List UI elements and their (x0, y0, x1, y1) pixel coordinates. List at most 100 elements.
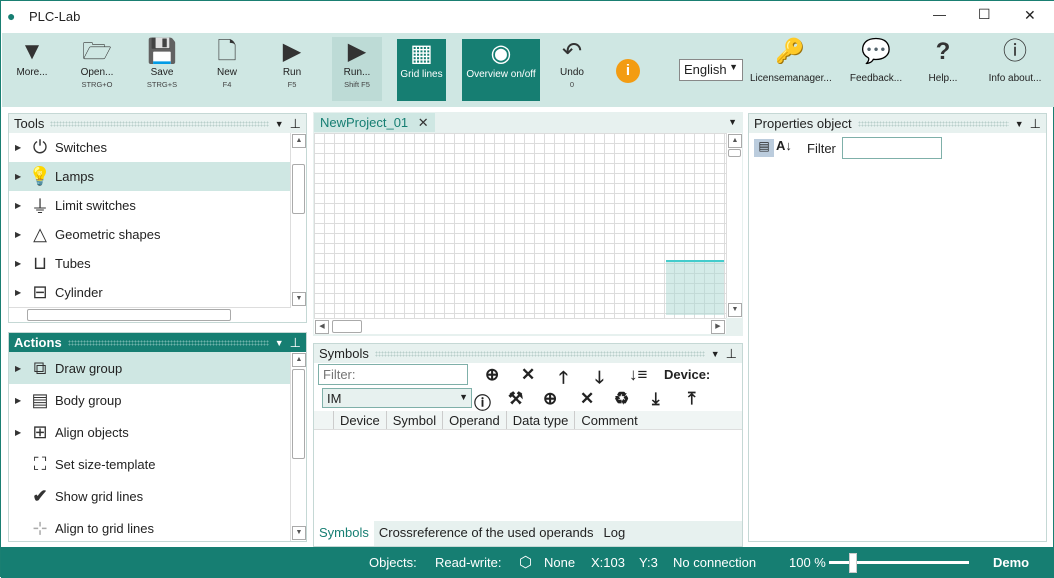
run-button[interactable]: ▶ Run F5 (267, 37, 317, 101)
action-set-size-template[interactable]: ⛶ Set size-template (9, 448, 291, 480)
import-icon[interactable]: ⤓ (652, 389, 660, 409)
help-button[interactable]: ? Help... (922, 37, 964, 101)
pin-icon[interactable]: ⊥ (290, 116, 301, 132)
more-button[interactable]: ▼ More... (8, 37, 56, 101)
label: Feedback... (849, 73, 903, 84)
feedback-button[interactable]: 💬 Feedback... (848, 37, 904, 101)
label: Limit switches (55, 198, 136, 213)
tool-category-geometric-shapes[interactable]: ▶ △ Geometric shapes (9, 220, 291, 249)
sort-alphabetical-icon[interactable]: A↓ (776, 138, 792, 153)
tools-vertical-scrollbar[interactable]: ▲ ▼ (290, 133, 306, 307)
status-bar: Objects: Read-write: ⬡ None X:103 Y:3 No… (1, 547, 1054, 578)
label: Align objects (55, 424, 129, 440)
zoom-value: 100 % (789, 555, 826, 570)
symbols-filter-input[interactable] (318, 364, 468, 385)
column-data-type[interactable]: Data type (507, 411, 576, 429)
pin-icon[interactable]: ⊥ (290, 335, 301, 351)
action-align-to-grid[interactable]: ⊹ Align to grid lines (9, 512, 291, 542)
overview-viewport[interactable] (666, 260, 724, 315)
undo-button[interactable]: ↶ Undo 0 (550, 37, 594, 101)
tool-category-cylinder[interactable]: ▶ ⊟ Cylinder (9, 278, 291, 307)
arrow-up-icon[interactable]: 🡑 (559, 365, 568, 394)
tab-log[interactable]: Log (599, 521, 631, 546)
minimize-button[interactable]: — (933, 7, 946, 22)
x-coordinate: X:103 (591, 555, 625, 570)
zoom-slider[interactable] (829, 553, 969, 573)
column-symbol[interactable]: Symbol (387, 411, 444, 429)
action-body-group[interactable]: ▶ ▤ Body group (9, 384, 291, 416)
tools-horizontal-scrollbar[interactable] (9, 307, 291, 322)
properties-filter-input[interactable] (842, 137, 942, 159)
action-show-grid-lines[interactable]: ✔ Show grid lines (9, 480, 291, 512)
tab-newproject[interactable]: NewProject_01 ✕ (314, 113, 435, 132)
key-icon: 🔑 (775, 38, 805, 65)
grid-icon: ▦ (410, 40, 433, 67)
canvas-vertical-scrollbar[interactable]: ▲ ▼ (726, 133, 742, 318)
label: Body group (55, 392, 122, 408)
chevron-down-icon[interactable]: ▼ (728, 117, 737, 127)
pin-icon[interactable]: ⊥ (726, 346, 737, 362)
save-button[interactable]: 💾 Save STRG+S (137, 37, 187, 101)
device-value: IM (327, 391, 342, 406)
add-device-icon[interactable]: ⊕ (543, 389, 557, 409)
column-operand[interactable]: Operand (443, 411, 507, 429)
actions-vertical-scrollbar[interactable]: ▲ ▼ (290, 352, 306, 541)
label: Info about... (988, 73, 1042, 84)
label: Cylinder (55, 285, 103, 300)
open-button[interactable]: 🗁 Open... STRG+O (72, 37, 122, 101)
tools-icon[interactable]: ⚒ (508, 389, 523, 409)
licensemanager-button[interactable]: 🔑 Licensemanager... (750, 37, 832, 101)
recycle-icon[interactable]: ♻ (614, 389, 629, 409)
delete-icon[interactable]: ✕ (521, 365, 535, 385)
pin-icon[interactable]: ⊥ (1030, 116, 1041, 132)
filter-label: Filter (807, 141, 836, 156)
device-label: Device: (664, 367, 711, 382)
column-device[interactable]: Device (334, 411, 387, 429)
delete-device-icon[interactable]: ✕ (580, 389, 594, 409)
switch-icon: ⏻ (32, 137, 48, 157)
close-button[interactable]: ✕ (1024, 7, 1036, 24)
run-with-options-button[interactable]: ▶ Run... Shift F5 (332, 37, 382, 101)
close-tab-icon[interactable]: ✕ (418, 115, 429, 130)
new-button[interactable]: 🗋 New F4 (202, 37, 252, 101)
tab-crossreference[interactable]: Crossreference of the used operands (374, 521, 599, 546)
grid-lines-button[interactable]: ▦ Grid lines (397, 39, 446, 101)
label: Undo (560, 67, 584, 78)
chevron-down-icon[interactable]: ▼ (275, 119, 284, 129)
tool-category-switches[interactable]: ▶ ⏻ Switches (9, 133, 291, 162)
categorized-icon[interactable]: ▤ (754, 139, 774, 157)
triangle-down-icon: ▼ (20, 38, 44, 65)
language-select[interactable]: English ▼ (679, 59, 743, 81)
tool-category-lamps[interactable]: ▶ 💡 Lamps (9, 162, 291, 191)
info-about-button[interactable]: ⓘ Info about... (984, 37, 1046, 101)
expand-icon: ▶ (15, 363, 22, 373)
new-file-icon: 🗋 (217, 38, 237, 65)
expand-icon: ▶ (15, 288, 22, 297)
label: Tubes (55, 256, 91, 271)
column-comment[interactable]: Comment (575, 411, 643, 429)
sort-icon[interactable]: ↓≡ (629, 365, 647, 385)
tool-category-limit-switches[interactable]: ▶ ⏚ Limit switches (9, 191, 291, 220)
arrow-down-icon[interactable]: 🡓 (595, 365, 604, 394)
canvas-grid[interactable] (314, 133, 726, 318)
zoom-slider-thumb[interactable] (849, 553, 857, 573)
shortcut: STRG+O (81, 80, 113, 89)
overview-toggle-button[interactable]: ◉ Overview on/off (462, 39, 540, 101)
device-select[interactable]: IM ▼ (322, 388, 472, 408)
action-align-objects[interactable]: ▶ ⊞ Align objects (9, 416, 291, 448)
actions-header: Actions ▼ ⊥ (9, 333, 306, 352)
action-draw-group[interactable]: ▶ ⧉ Draw group (9, 352, 291, 384)
chevron-down-icon[interactable]: ▼ (275, 338, 284, 348)
add-icon[interactable]: ⊕ (485, 365, 499, 385)
canvas-horizontal-scrollbar[interactable]: ◀ ▶ (314, 318, 726, 334)
chevron-down-icon[interactable]: ▼ (711, 349, 720, 359)
export-icon[interactable]: ⤒ (688, 389, 696, 409)
maximize-button[interactable]: ☐ (978, 6, 991, 23)
label: Save (150, 67, 174, 78)
chevron-down-icon[interactable]: ▼ (1015, 119, 1024, 129)
label: Show grid lines (55, 488, 144, 504)
symbols-header: Symbols ▼ ⊥ (314, 344, 742, 363)
tool-category-tubes[interactable]: ▶ ⊔ Tubes (9, 249, 291, 278)
info-icon[interactable]: i (616, 59, 640, 83)
tab-symbols[interactable]: Symbols (314, 521, 374, 546)
